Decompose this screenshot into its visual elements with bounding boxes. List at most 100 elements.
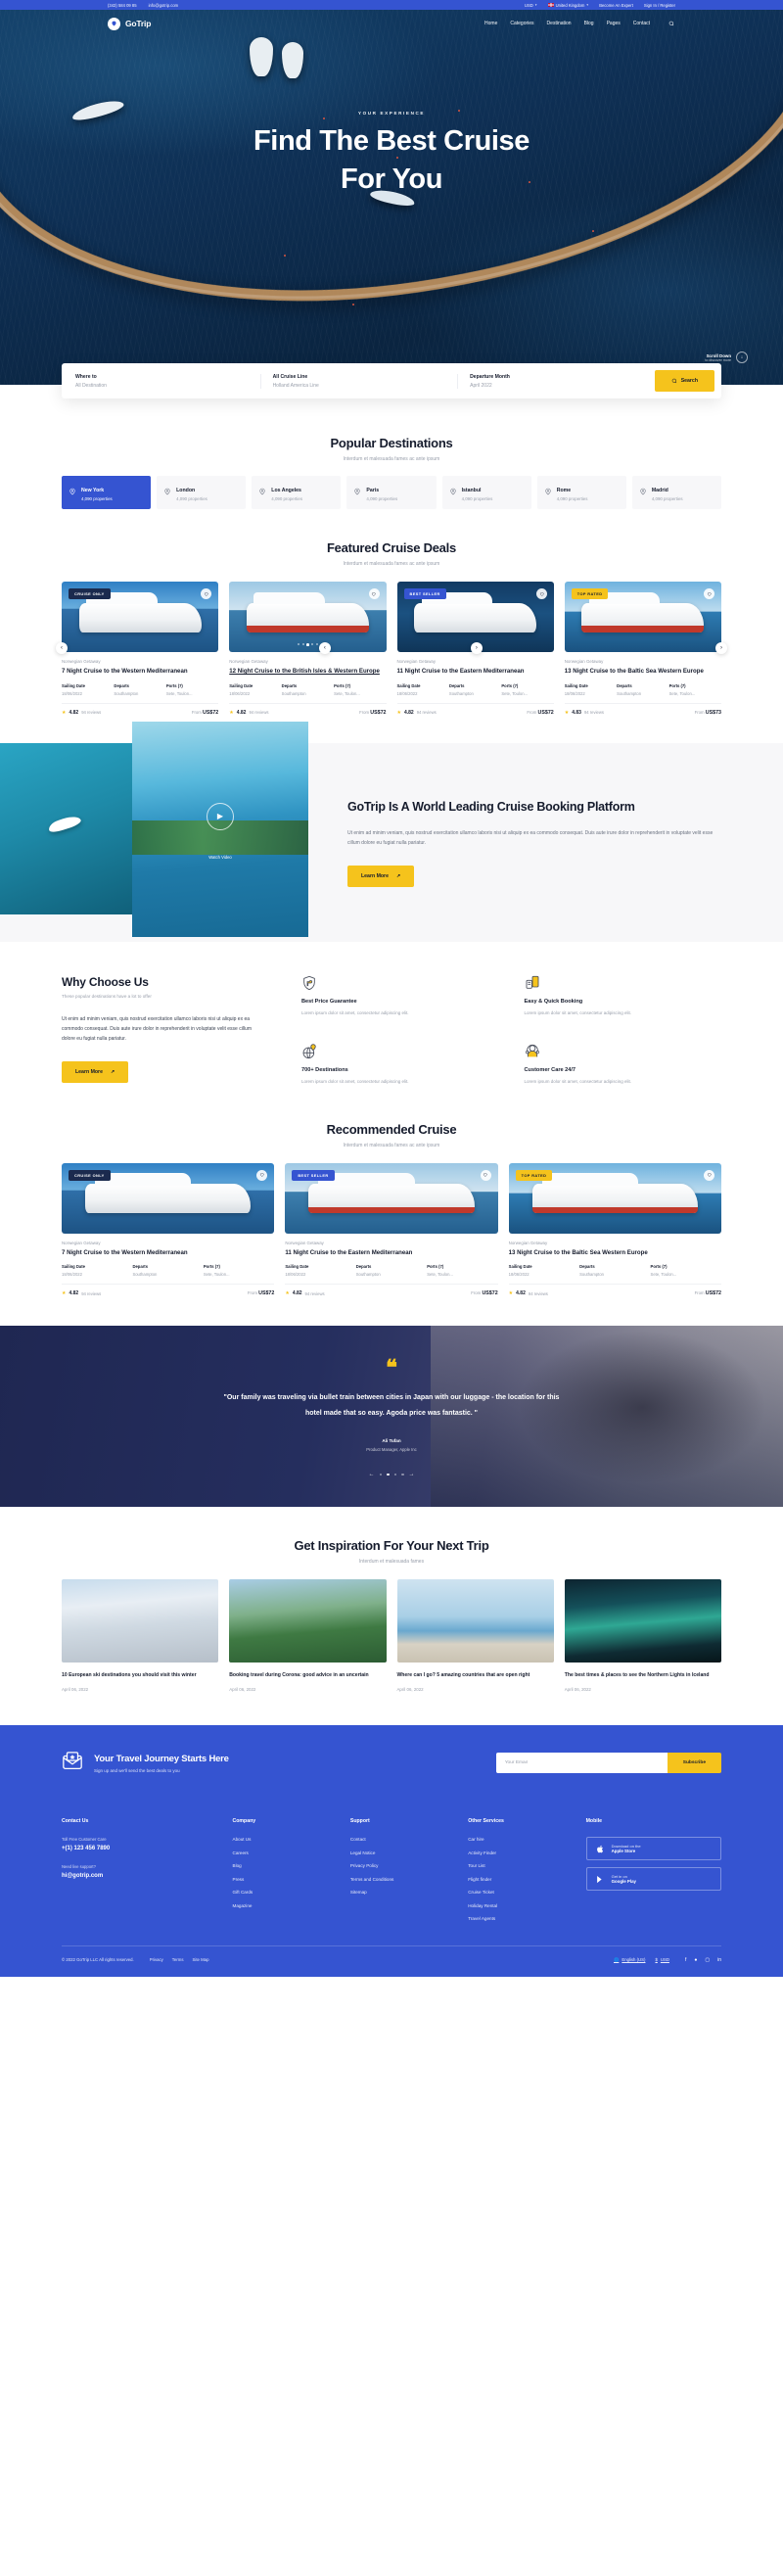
destination-chip-new-york[interactable]: New York 4,090 properties: [62, 476, 152, 509]
nav-item-pages[interactable]: Pages: [607, 21, 621, 26]
country-selector[interactable]: United Kingdom ▾: [547, 3, 588, 8]
become-expert-link[interactable]: Become An Expert: [599, 3, 633, 8]
cruise-card[interactable]: CRUISE ONLY Norwegian Getaway 7 Night Crui…: [62, 582, 219, 716]
footer-link-car-hire[interactable]: Car hire: [468, 1837, 585, 1842]
carousel-dot[interactable]: [301, 643, 304, 646]
topbar-phone[interactable]: (343) 584 09 85: [108, 3, 137, 8]
footer-link-blog[interactable]: Blog: [233, 1863, 350, 1868]
footer-link-sitemap[interactable]: Sitemap: [350, 1890, 468, 1895]
carousel-dot[interactable]: [401, 1473, 404, 1476]
carousel-dot[interactable]: [298, 643, 300, 646]
search-field-departure-month[interactable]: Departure Month April 2022: [458, 374, 655, 389]
carousel-dot[interactable]: [311, 643, 314, 646]
apple-store-button[interactable]: Download on the Apple Store: [585, 1837, 721, 1861]
destination-chip-los-angeles[interactable]: Los Angeles 4,090 properties: [252, 476, 342, 509]
nav-item-destination[interactable]: Destination: [547, 21, 572, 26]
cruise-card-image[interactable]: CRUISE ONLY: [62, 1162, 275, 1234]
carousel-dot-active[interactable]: [306, 643, 309, 646]
arrow-down-icon[interactable]: ↓: [736, 351, 748, 363]
instagram-icon[interactable]: ▢: [705, 1957, 710, 1963]
cruise-card[interactable]: CRUISE ONLY Norwegian Getaway 7 Night Crui…: [62, 1162, 275, 1296]
cruise-title[interactable]: 7 Night Cruise to the Western Mediterran…: [62, 668, 218, 677]
carousel-dot[interactable]: [315, 643, 318, 646]
scroll-down-indicator[interactable]: Scroll Down to discover more ↓: [705, 351, 748, 363]
footer-currency-selector[interactable]: $ USD: [655, 1957, 668, 1962]
search-field-cruise-line[interactable]: All Cruise Line Holland America Line: [261, 373, 459, 389]
blog-card[interactable]: Where can I go? 5 amazing countries that…: [396, 1579, 554, 1692]
cruise-card-image[interactable]: TOP RATED: [564, 582, 721, 652]
nav-item-home[interactable]: Home: [484, 21, 497, 26]
image-carousel-next-button[interactable]: ›: [470, 642, 483, 655]
favorite-heart-icon[interactable]: [704, 588, 714, 599]
footer-link-gift-cards[interactable]: Gift Cards: [233, 1890, 350, 1895]
footer-link-press[interactable]: Press: [233, 1877, 350, 1882]
image-carousel-prev-button[interactable]: ‹: [318, 642, 331, 655]
cruise-card-image[interactable]: [229, 582, 387, 652]
destination-chip-madrid[interactable]: Madrid 4,090 properties: [631, 476, 721, 509]
carousel-dot[interactable]: [393, 1473, 396, 1476]
cruise-title[interactable]: 12 Night Cruise to the British Isles & W…: [229, 668, 386, 677]
cruise-card[interactable]: BEST SELLER Norwegian Getaway 11 Night Cru…: [285, 1162, 498, 1296]
footer-link-flight-finder[interactable]: Flight finder: [468, 1877, 585, 1882]
newsletter-subscribe-button[interactable]: Subscribe: [667, 1753, 721, 1774]
language-selector[interactable]: 🌐 English (US): [614, 1957, 645, 1963]
favorite-heart-icon[interactable]: [256, 1169, 268, 1181]
topbar-email[interactable]: info@gotrip.com: [149, 3, 179, 8]
blog-title[interactable]: Booking travel during Corona: good advic…: [229, 1671, 386, 1680]
blog-title[interactable]: The best times & places to see the North…: [565, 1671, 721, 1680]
blog-title[interactable]: Where can I go? 5 amazing countries that…: [397, 1671, 554, 1680]
footer-link-holiday-rental[interactable]: Holiday Rental: [468, 1903, 585, 1908]
cruise-card-image[interactable]: CRUISE ONLY: [62, 582, 219, 652]
footer-link-cruise-ticket[interactable]: Cruise Ticket: [468, 1890, 585, 1895]
testimonial-next-button[interactable]: →: [409, 1472, 415, 1477]
signin-register-link[interactable]: Sign In / Register: [644, 3, 675, 8]
footer-link-privacy-policy[interactable]: Privacy Policy: [350, 1863, 468, 1868]
footer-link-legal-notice[interactable]: Legal Notice: [350, 1850, 468, 1855]
favorite-heart-icon[interactable]: [535, 588, 547, 599]
cruise-title[interactable]: 11 Night Cruise to the Eastern Mediterra…: [285, 1249, 497, 1258]
cruise-card[interactable]: Norwegian Getaway 12 Night Cruise to the …: [229, 582, 387, 716]
currency-selector[interactable]: USD ▾: [525, 3, 537, 8]
footer-link-travel-agents[interactable]: Travel Agents: [468, 1916, 585, 1921]
destination-chip-paris[interactable]: Paris 4,090 properties: [346, 476, 437, 509]
play-video-button[interactable]: ▶: [207, 802, 234, 830]
platform-learn-more-button[interactable]: Learn More ↗: [347, 866, 415, 888]
testimonial-prev-button[interactable]: ←: [369, 1472, 375, 1477]
cruise-card-image[interactable]: BEST SELLER: [285, 1162, 498, 1234]
footer-bottom-link-site-map[interactable]: Site Map: [193, 1957, 209, 1962]
cruise-title[interactable]: 11 Night Cruise to the Eastern Mediterra…: [397, 668, 554, 677]
footer-link-magazine[interactable]: Magazine: [233, 1903, 350, 1908]
footer-link-activity-finder[interactable]: Activity Finder: [468, 1850, 585, 1855]
search-field-where-to[interactable]: Where to All Destination: [75, 373, 261, 389]
google-play-button[interactable]: Get in on Google Play: [585, 1867, 721, 1892]
linkedin-icon[interactable]: in: [717, 1957, 721, 1963]
favorite-heart-icon[interactable]: [480, 1169, 491, 1181]
nav-item-categories[interactable]: Categories: [510, 21, 533, 26]
footer-link-terms-and-conditions[interactable]: Terms and Conditions: [350, 1877, 468, 1882]
carousel-prev-button[interactable]: ‹: [56, 642, 68, 655]
footer-link-about-us[interactable]: About Us: [233, 1837, 350, 1842]
destination-chip-london[interactable]: London 4,090 properties: [157, 476, 247, 509]
cruise-card-image[interactable]: BEST SELLER: [396, 582, 554, 652]
carousel-next-button[interactable]: ›: [715, 642, 727, 655]
footer-link-contact[interactable]: Contact: [350, 1837, 468, 1842]
logo[interactable]: GoTrip: [108, 17, 151, 30]
destination-chip-rome[interactable]: Rome 4,090 properties: [536, 476, 626, 509]
favorite-heart-icon[interactable]: [368, 588, 380, 599]
footer-link-tour-list[interactable]: Tour List: [468, 1863, 585, 1868]
footer-bottom-link-terms[interactable]: Terms: [172, 1957, 184, 1962]
twitter-icon[interactable]: ●: [694, 1957, 697, 1963]
search-button[interactable]: Search: [654, 370, 714, 392]
cruise-title[interactable]: 7 Night Cruise to the Western Mediterran…: [62, 1249, 274, 1258]
search-icon[interactable]: [667, 20, 675, 28]
cruise-title[interactable]: 13 Night Cruise to the Baltic Sea Wester…: [509, 1249, 721, 1258]
footer-email[interactable]: hi@gotrip.com: [62, 1873, 233, 1879]
nav-item-blog[interactable]: Blog: [584, 21, 594, 26]
cruise-card[interactable]: TOP RATED Norwegian Getaway 13 Night Cruis…: [508, 1162, 721, 1296]
footer-link-careers[interactable]: Careers: [233, 1850, 350, 1855]
destination-chip-istanbul[interactable]: Istanbul 4,090 properties: [441, 476, 531, 509]
newsletter-email-input[interactable]: [495, 1753, 668, 1774]
why-learn-more-button[interactable]: Learn More ↗: [62, 1061, 129, 1084]
nav-item-contact[interactable]: Contact: [633, 21, 650, 26]
carousel-dot[interactable]: [379, 1473, 382, 1476]
